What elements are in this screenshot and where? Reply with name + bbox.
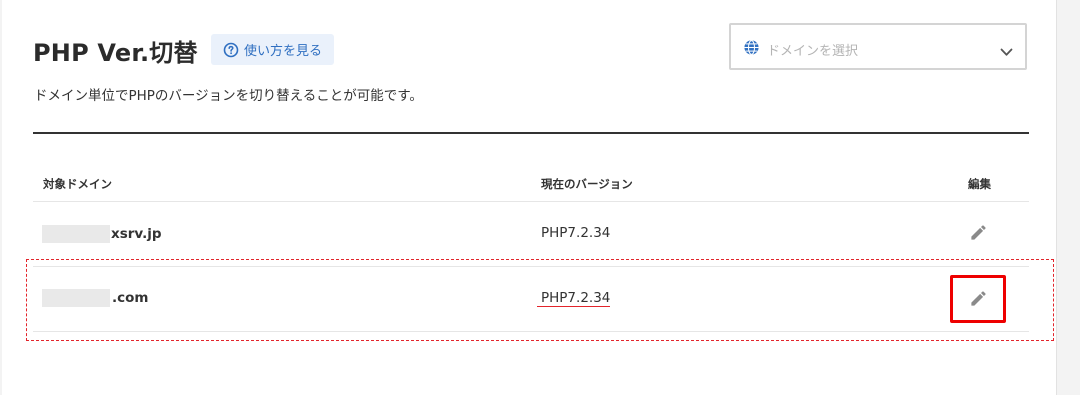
- domain-select[interactable]: ドメインを選択: [729, 23, 1027, 70]
- page-description: ドメイン単位でPHPのバージョンを切り替えることが可能です。: [34, 88, 423, 104]
- header-divider: [33, 132, 1029, 134]
- page-title: PHP Ver.切替: [33, 39, 198, 67]
- column-header-version: 現在のバージョン: [541, 177, 633, 191]
- column-header-domain: 対象ドメイン: [43, 177, 112, 191]
- question-circle-icon: [223, 42, 239, 58]
- help-button-label: 使い方を見る: [243, 44, 322, 59]
- edit-button-highlight-box: [950, 275, 1006, 323]
- column-header-edit: 編集: [968, 177, 991, 191]
- help-button[interactable]: 使い方を見る: [211, 34, 334, 65]
- php-version: PHP7.2.34: [541, 225, 611, 241]
- chevron-down-icon: [1000, 42, 1013, 61]
- table-header-divider: [33, 201, 1029, 202]
- globe-icon: [743, 39, 760, 60]
- domain-name: xsrv.jp: [111, 226, 162, 242]
- domain-select-placeholder: ドメインを選択: [767, 44, 859, 59]
- pencil-icon[interactable]: [969, 223, 988, 246]
- row-highlight-dashed-box: [26, 259, 1054, 341]
- redacted-domain-prefix: [42, 225, 110, 243]
